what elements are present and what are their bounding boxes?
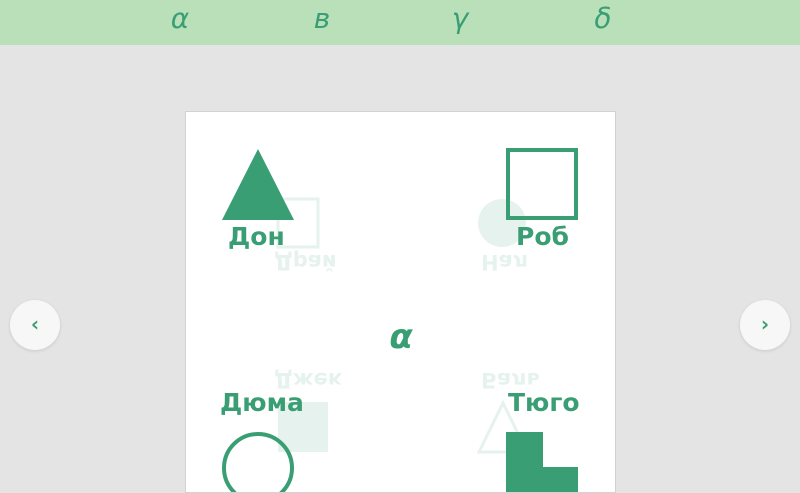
square-outline-icon [506,148,578,220]
prev-button[interactable]: ‹ [10,300,60,350]
item-label-dyuma: Дюма [220,388,304,417]
item-label-don: Дон [228,222,285,251]
flashcard[interactable]: Драй Нал Джек Баль Дон Роб α Дюма Тюго [185,111,616,493]
item-label-tyugo: Тюго [508,388,580,417]
letter-tabs-bar: α в γ δ [0,0,800,45]
tab-delta[interactable]: δ [573,2,633,36]
next-button[interactable]: › [740,300,790,350]
l-block-icon [506,432,578,492]
item-label-rob: Роб [516,222,569,251]
tab-ve[interactable]: в [292,2,352,36]
circle-outline-icon [222,432,294,492]
tab-gamma[interactable]: γ [430,2,490,36]
center-letter: α [389,317,413,357]
triangle-icon [222,149,294,220]
tab-alpha[interactable]: α [150,2,210,36]
ghost-label: Нал [481,250,529,274]
ghost-label: Драй [274,250,337,274]
